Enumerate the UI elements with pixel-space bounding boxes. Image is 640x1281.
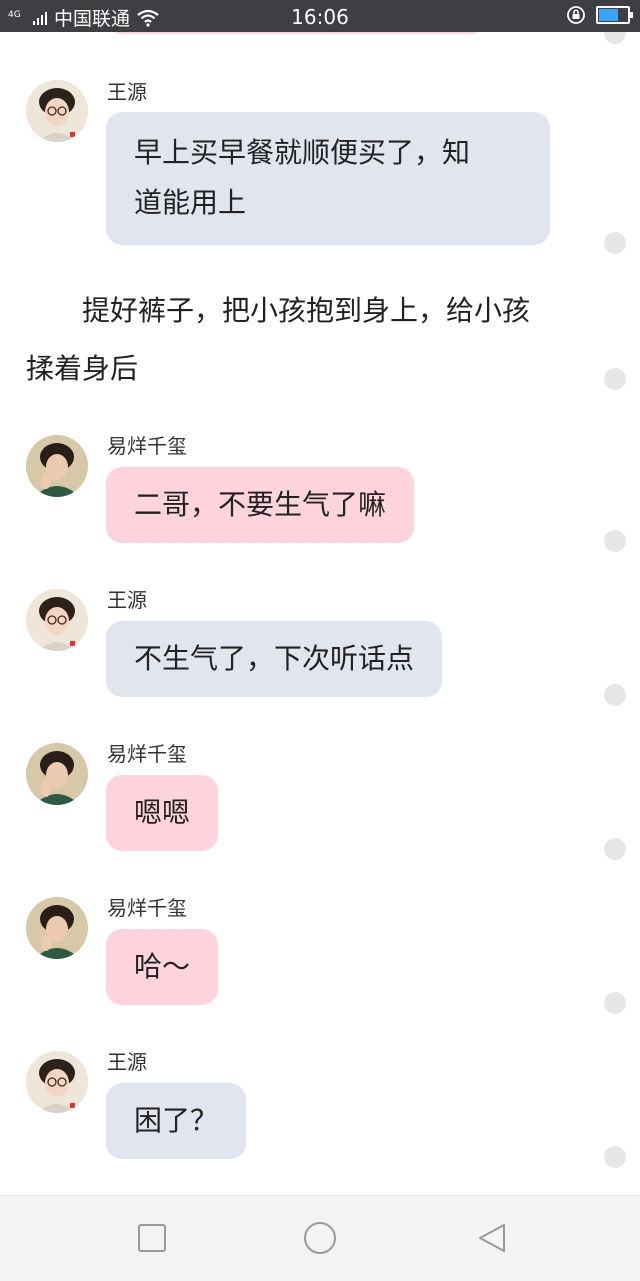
message-more-icon[interactable]: [604, 32, 626, 44]
sender-name: 易烊千玺: [107, 742, 187, 766]
avatar-yiyangqianxi[interactable]: [26, 743, 88, 805]
square-icon[interactable]: [136, 1222, 168, 1254]
chat-area[interactable]: 王源 早上买早餐就顺便买了，知 道能用上 提好裤子，把小孩抱到身上，给小孩 揉着…: [0, 32, 640, 1195]
sender-name: 王源: [107, 1050, 147, 1074]
message-text-line-1: 早上买早餐就顺便买了，知: [134, 136, 471, 169]
rotation-lock-icon: [567, 6, 585, 24]
sender-name: 易烊千玺: [107, 434, 187, 458]
status-right: [566, 5, 633, 25]
narration-line-2: 揉着身后: [26, 352, 139, 385]
status-bar: 4G 中国联通 16:06: [0, 0, 640, 32]
message-more-icon[interactable]: [604, 368, 626, 390]
message-bubble[interactable]: 不生气了，下次听话点: [106, 621, 443, 697]
sender-name: 王源: [107, 588, 147, 612]
message-bubble[interactable]: 困了？: [106, 1083, 247, 1159]
narration-text: 提好裤子，把小孩抱到身上，给小孩 揉着身后: [26, 282, 586, 398]
message-more-icon[interactable]: [604, 530, 626, 552]
avatar-yiyangqianxi[interactable]: [26, 435, 88, 497]
message-bubble[interactable]: 二哥，不要生气了嘛: [106, 467, 415, 543]
avatar-wangyuan[interactable]: [26, 1051, 88, 1113]
message-bubble[interactable]: 哈～: [106, 929, 219, 1005]
battery-level: [599, 9, 618, 21]
sender-name: 王源: [107, 80, 147, 104]
message-bubble[interactable]: 早上买早餐就顺便买了，知 道能用上: [106, 112, 550, 245]
message-more-icon[interactable]: [604, 232, 626, 254]
message-more-icon[interactable]: [604, 992, 626, 1014]
message-more-icon[interactable]: [604, 1146, 626, 1168]
avatar-yiyangqianxi[interactable]: [26, 897, 88, 959]
status-time: 16:06: [291, 5, 349, 29]
message-text-line-2: 道能用上: [134, 186, 247, 219]
circle-icon[interactable]: [302, 1220, 338, 1256]
message-more-icon[interactable]: [604, 684, 626, 706]
previous-message-bubble: [110, 32, 482, 34]
avatar-wangyuan[interactable]: [26, 589, 88, 651]
message-bubble[interactable]: 嗯嗯: [106, 775, 219, 851]
avatar-wangyuan[interactable]: [26, 80, 88, 142]
navigation-bar: [0, 1195, 640, 1281]
message-more-icon[interactable]: [604, 838, 626, 860]
sender-name: 易烊千玺: [107, 896, 187, 920]
narration-line-1: 提好裤子，把小孩抱到身上，给小孩: [26, 294, 531, 327]
battery-icon: [596, 6, 633, 24]
triangle-back-icon[interactable]: [476, 1222, 508, 1254]
